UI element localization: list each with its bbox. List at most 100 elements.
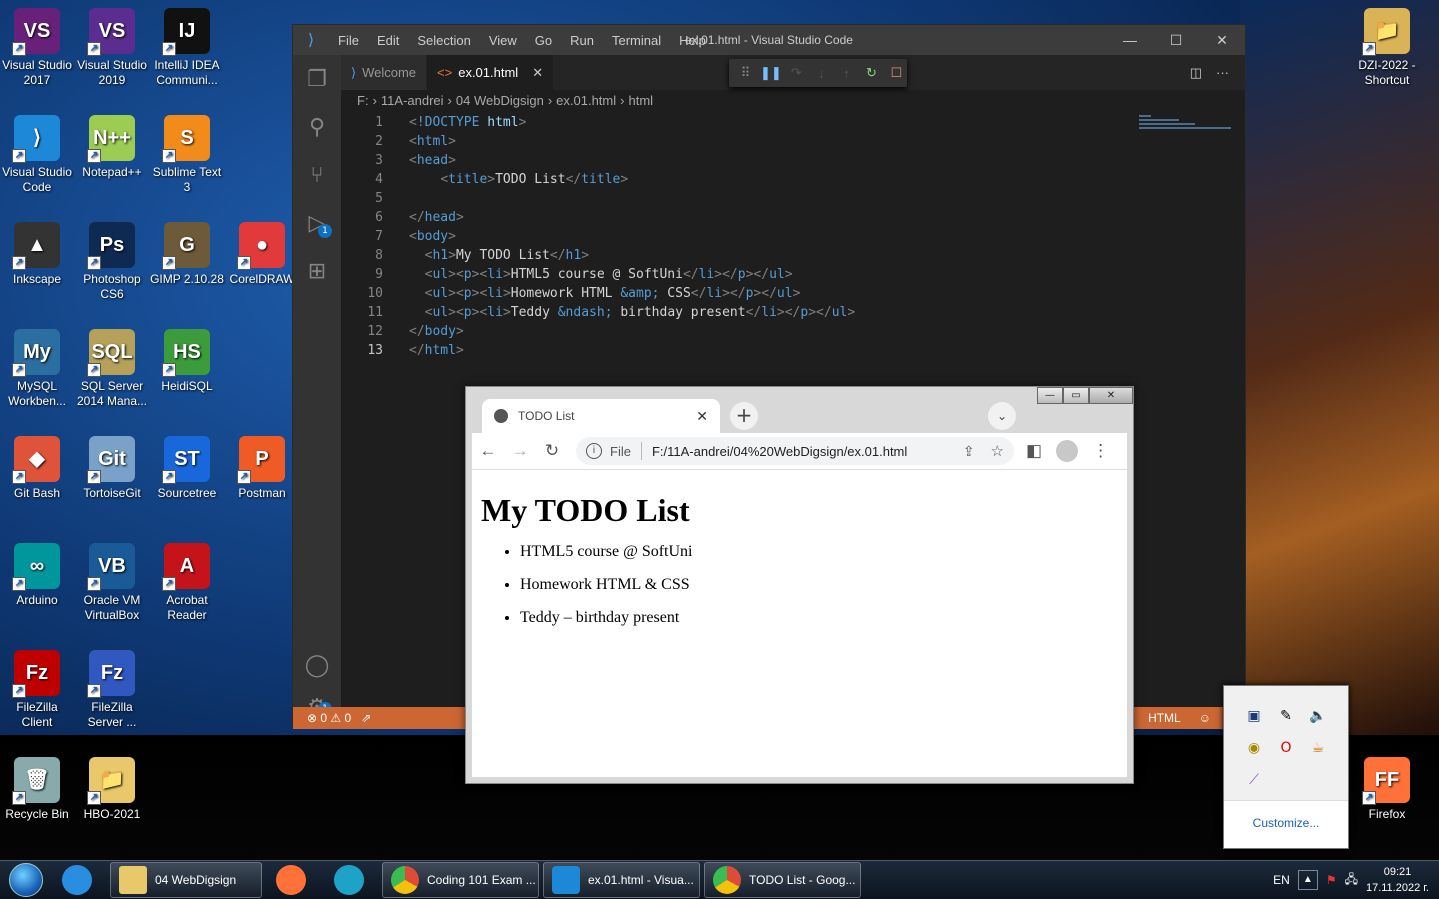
desktop-icon[interactable]: ST ↗ Sourcetree [150, 432, 224, 501]
close-tab-icon[interactable]: ✕ [532, 65, 543, 81]
show-hidden-icons-icon[interactable]: ▲ [1297, 870, 1318, 890]
problems-indicator[interactable]: ⊗ 0 ⚠ 0 [307, 711, 351, 725]
stop-icon[interactable]: ☐ [886, 65, 907, 81]
feather-icon[interactable]: ⟋ [1238, 764, 1270, 796]
drag-handle-icon[interactable]: ⠿ [735, 65, 756, 81]
desktop-icon[interactable]: A ↗ Acrobat Reader [150, 539, 224, 623]
extensions-icon[interactable]: ⊞ [293, 247, 341, 295]
step-out-icon[interactable]: ↑ [836, 66, 857, 81]
breadcrumb-item[interactable]: F: [357, 93, 369, 108]
menu-item-file[interactable]: File [338, 33, 359, 48]
language-indicator[interactable]: EN [1273, 873, 1290, 887]
start-button[interactable] [4, 861, 48, 899]
step-into-icon[interactable]: ↓ [811, 66, 832, 81]
taskbar-item-vscode[interactable]: ex.01.html - Visua... [543, 862, 700, 898]
accounts-icon[interactable]: ◯ [293, 641, 341, 689]
menu-item-help[interactable]: Help [679, 33, 706, 48]
desktop-icon[interactable]: ▲ ↗ Inkscape [0, 218, 74, 287]
desktop-icon[interactable]: ∞ ↗ Arduino [0, 539, 74, 608]
breadcrumb-item[interactable]: 11A-andrei [381, 93, 444, 108]
code-line[interactable]: 6 </head> [341, 208, 1131, 227]
code-line[interactable]: 3 <head> [341, 151, 1131, 170]
minimap[interactable] [1139, 113, 1231, 135]
chrome-window[interactable]: — ▭ ✕ TODO List ✕ + ⌄ ← → ↻ i File F:/11… [465, 386, 1134, 784]
desktop-icon[interactable]: VS ↗ Visual Studio 2019 [75, 4, 149, 88]
source-control-icon[interactable]: ⑂ [293, 151, 341, 199]
minimize-icon[interactable]: — [1107, 32, 1153, 49]
code-line[interactable]: 5 [341, 189, 1131, 208]
action-center-flag-icon[interactable]: ⚑ [1326, 873, 1337, 887]
opera-icon[interactable]: O [1270, 732, 1302, 764]
code-line[interactable]: 8 <h1>My TODO List</h1> [341, 246, 1131, 265]
desktop-icon[interactable]: 📁 ↗ DZI-2022 - Shortcut [1350, 4, 1424, 88]
desktop-icon[interactable]: 🗑 ↗ Recycle Bin [0, 753, 74, 822]
info-icon[interactable]: i [586, 443, 602, 459]
menu-item-go[interactable]: Go [535, 33, 552, 48]
desktop-icon[interactable]: VS ↗ Visual Studio 2017 [0, 4, 74, 88]
code-line[interactable]: 11 <ul><p><li>Teddy &ndash; birthday pre… [341, 303, 1131, 322]
edge-icon[interactable] [320, 861, 378, 899]
volume-icon[interactable]: 🔈 [1302, 700, 1334, 732]
desktop-icon[interactable]: VB ↗ Oracle VM VirtualBox [75, 539, 149, 623]
desktop-icon[interactable]: My ↗ MySQL Workben... [0, 325, 74, 409]
new-tab-button[interactable]: + [730, 402, 758, 430]
browser-tab[interactable]: TODO List ✕ [482, 399, 720, 433]
desktop-icon[interactable]: ⟩ ↗ Visual Studio Code [0, 111, 74, 195]
code-line[interactable]: 7 <body> [341, 227, 1131, 246]
restart-icon[interactable]: ↻ [861, 65, 882, 81]
split-editor-icon[interactable]: ◫ [1190, 65, 1202, 81]
menu-item-edit[interactable]: Edit [377, 33, 399, 48]
menu-item-selection[interactable]: Selection [417, 33, 470, 48]
taskbar-item-explorer[interactable]: 04 WebDigsign [110, 862, 262, 898]
desktop-icon[interactable]: ◆ ↗ Git Bash [0, 432, 74, 501]
tab-ex01-html[interactable]: <> ex.01.html ✕ [427, 55, 555, 90]
desktop-icon[interactable]: Git ↗ TortoiseGit [75, 432, 149, 501]
code-line[interactable]: 10 <ul><p><li>Homework HTML &amp; CSS</l… [341, 284, 1131, 303]
tab-search-chevron-icon[interactable]: ⌄ [988, 402, 1016, 430]
internet-explorer-icon[interactable] [48, 861, 106, 899]
taskbar-item-chrome-todo[interactable]: TODO List - Goog... [704, 862, 861, 898]
code-line[interactable]: 12 </body> [341, 322, 1131, 341]
code-editor[interactable]: 1 <!DOCTYPE html> 2 <html> 3 <head> 4 <title>T… [341, 113, 1131, 360]
search-icon[interactable]: ⚲ [293, 103, 341, 151]
menu-item-run[interactable]: Run [570, 33, 594, 48]
run-debug-icon[interactable]: ▷ 1 [293, 199, 341, 247]
java-icon[interactable]: ☕ [1302, 732, 1334, 764]
network-icon[interactable]: 🖧 [1345, 870, 1358, 891]
address-bar[interactable]: i File F:/11A-andrei/04%20WebDigsign/ex.… [576, 437, 1014, 465]
firefox-icon[interactable] [262, 861, 320, 899]
language-mode[interactable]: HTML [1148, 711, 1181, 725]
desktop-icon[interactable]: ● ↗ CorelDRAW [225, 218, 299, 287]
reload-icon[interactable]: ↻ [536, 441, 568, 461]
customize-link[interactable]: Customize... [1224, 800, 1348, 848]
desktop-icon[interactable]: Fz ↗ FileZilla Client [0, 646, 74, 730]
tab-welcome[interactable]: ⟩ Welcome [341, 55, 428, 90]
back-icon[interactable]: ← [472, 441, 504, 461]
desktop-icon[interactable]: N++ ↗ Notepad++ [75, 111, 149, 180]
profile-avatar[interactable] [1056, 440, 1079, 462]
desktop-icon[interactable]: S ↗ Sublime Text 3 [150, 111, 224, 195]
live-share-icon[interactable]: ⇗ [361, 711, 371, 725]
share-icon[interactable]: ⇪ [963, 443, 975, 460]
code-line[interactable]: 13 </html> [341, 341, 1131, 360]
desktop-icon[interactable]: P ↗ Postman [225, 432, 299, 501]
desktop-icon[interactable]: Ps ↗ Photoshop CS6 [75, 218, 149, 302]
feedback-icon[interactable]: ☺ [1199, 711, 1211, 725]
network-adapter-icon[interactable]: ◉ [1238, 732, 1270, 764]
breadcrumb-item[interactable]: ex.01.html [556, 93, 616, 108]
desktop-icon[interactable]: IJ ↗ IntelliJ IDEA Communi... [150, 4, 224, 88]
pen-tablet-icon[interactable]: ✎ [1270, 700, 1302, 732]
forward-icon[interactable]: → [504, 441, 536, 461]
desktop-icon[interactable]: Fz ↗ FileZilla Server ... [75, 646, 149, 730]
breadcrumb-item[interactable]: 04 WebDigsign [456, 93, 544, 108]
clock[interactable]: 09:21 17.11.2022 г. [1366, 864, 1429, 896]
monitor-icon[interactable]: ▣ [1238, 700, 1270, 732]
more-actions-icon[interactable]: ··· [1216, 65, 1229, 80]
desktop-icon[interactable]: 📁 ↗ HBO-2021 [75, 753, 149, 822]
code-line[interactable]: 4 <title>TODO List</title> [341, 170, 1131, 189]
explorer-icon[interactable]: ❐ [293, 55, 341, 103]
pause-icon[interactable]: ❚❚ [760, 65, 782, 81]
code-line[interactable]: 9 <ul><p><li>HTML5 course @ SoftUni</li>… [341, 265, 1131, 284]
chrome-menu-icon[interactable]: ⋮ [1092, 441, 1109, 461]
code-line[interactable]: 2 <html> [341, 132, 1131, 151]
